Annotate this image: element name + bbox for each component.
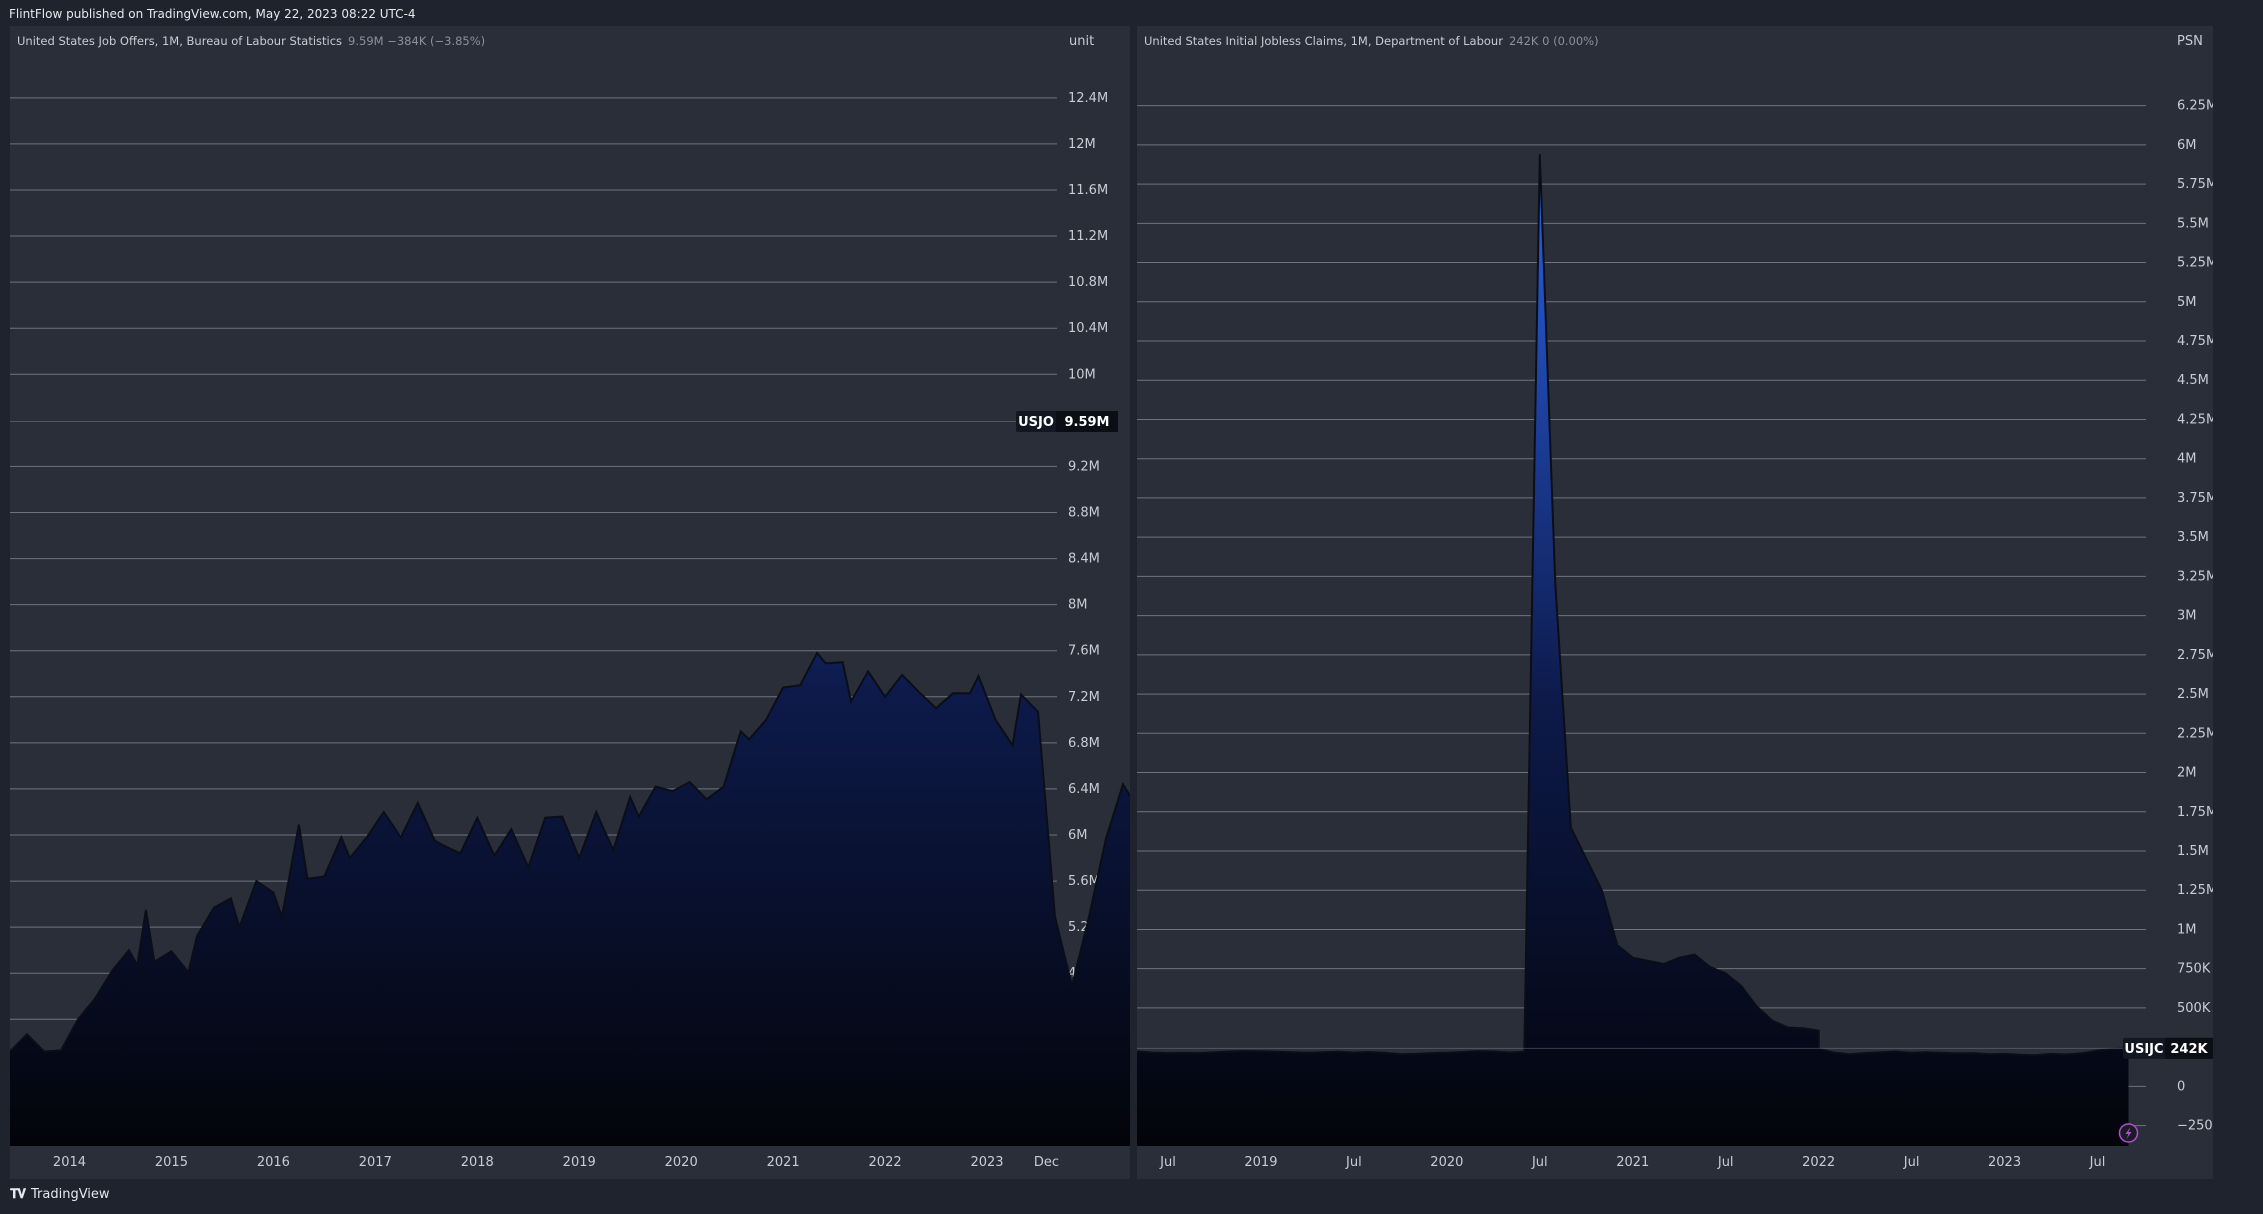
y-tick-label-jobless-claims: 6M — [2177, 138, 2197, 153]
y-tick-label-jobless-claims: 4.5M — [2177, 373, 2209, 388]
chart-panel-job-offers[interactable]: 3.6M4M4.4M4.8M5.2M5.6M6M6.4M6.8M7.2M7.6M… — [10, 26, 1130, 1179]
series-line-jobless-claims — [1137, 154, 2129, 1057]
legend-values-job-offers: 9.59M −384K (−3.85%) — [348, 34, 486, 48]
tradingview-brand: TradingView — [31, 1187, 110, 1202]
y-tick-label-job-offers: 12M — [1068, 137, 1096, 152]
x-tick-label-jobless-claims: 2021 — [1616, 1155, 1649, 1170]
y-tick-label-jobless-claims: 1.75M — [2177, 805, 2213, 820]
x-tick-label-job-offers: 2015 — [155, 1155, 188, 1170]
y-tick-label-jobless-claims: 1.25M — [2177, 883, 2213, 898]
y-tick-label-job-offers: 6.4M — [1068, 782, 1100, 797]
y-tick-label-job-offers: 10M — [1068, 367, 1096, 382]
y-tick-label-jobless-claims: 1.5M — [2177, 844, 2209, 859]
area-fill-job-offers — [10, 653, 1130, 1146]
legend-title-job-offers: United States Job Offers, 1M, Bureau of … — [17, 34, 343, 48]
y-tick-label-job-offers: 6M — [1068, 828, 1088, 843]
y-tick-label-jobless-claims: 5.25M — [2177, 256, 2213, 271]
unit-label-job-offers: unit — [1069, 34, 1095, 49]
y-tick-label-jobless-claims: 4.25M — [2177, 412, 2213, 427]
x-tick-label-job-offers: Dec — [1034, 1155, 1059, 1170]
y-tick-label-job-offers: 11.6M — [1068, 183, 1108, 198]
x-tick-label-job-offers: 2021 — [767, 1155, 800, 1170]
y-tick-label-job-offers: 9.2M — [1068, 459, 1100, 474]
legend-values-jobless-claims: 242K 0 (0.00%) — [1508, 34, 1599, 48]
y-tick-label-job-offers: 6.8M — [1068, 736, 1100, 751]
legend-title-jobless-claims: United States Initial Jobless Claims, 1M… — [1144, 34, 1503, 48]
y-tick-label-jobless-claims: 2.25M — [2177, 726, 2213, 741]
x-tick-label-jobless-claims: 2023 — [1988, 1155, 2021, 1170]
x-tick-label-job-offers: 2019 — [563, 1155, 596, 1170]
y-tick-label-jobless-claims: 750K — [2177, 962, 2211, 977]
y-tick-label-jobless-claims: 5.75M — [2177, 177, 2213, 192]
legend-jobless-claims: United States Initial Jobless Claims, 1M… — [1144, 34, 1599, 48]
x-tick-label-job-offers: 2016 — [257, 1155, 290, 1170]
y-tick-label-job-offers: 8.4M — [1068, 552, 1100, 567]
y-tick-label-job-offers: 12.4M — [1068, 91, 1108, 106]
last-value-badge-jobless-claims: USIJC 242K — [2123, 1037, 2213, 1059]
x-tick-label-jobless-claims: 2020 — [1430, 1155, 1463, 1170]
y-tick-label-jobless-claims: 2.75M — [2177, 648, 2213, 663]
y-tick-label-jobless-claims: 500K — [2177, 1001, 2211, 1016]
x-tick-label-jobless-claims: Jul — [1159, 1155, 1176, 1170]
x-tick-label-job-offers: 2018 — [461, 1155, 494, 1170]
y-tick-label-jobless-claims: −250K — [2177, 1119, 2213, 1134]
y-tick-label-job-offers: 11.2M — [1068, 229, 1108, 244]
y-tick-label-jobless-claims: 5.5M — [2177, 216, 2209, 231]
y-tick-label-jobless-claims: 4M — [2177, 452, 2197, 467]
chart-panel-jobless-claims[interactable]: −250K 0 500K 750K 1M 1.25M 1.5M 1.75M 2M 2.25M 2.5… — [1137, 26, 2213, 1179]
chart-svg-job-offers[interactable]: 3.6M4M4.4M4.8M5.2M5.6M6M6.4M6.8M7.2M7.6M… — [10, 26, 1130, 1179]
y-tick-label-jobless-claims: 1M — [2177, 922, 2197, 937]
y-tick-label-jobless-claims: 3.75M — [2177, 491, 2213, 506]
y-tick-label-jobless-claims: 2M — [2177, 766, 2197, 781]
area-fill-jobless-claims — [1137, 154, 2129, 1147]
x-tick-label-job-offers: 2014 — [53, 1155, 86, 1170]
y-tick-label-jobless-claims: 0 — [2177, 1079, 2185, 1094]
x-tick-label-jobless-claims: Jul — [1717, 1155, 1734, 1170]
y-tick-label-jobless-claims: 2.5M — [2177, 687, 2209, 702]
lightning-icon[interactable] — [2118, 1123, 2139, 1143]
x-tick-label-job-offers: 2017 — [359, 1155, 392, 1170]
published-info: FlintFlow published on TradingView.com, … — [9, 7, 416, 21]
y-tick-label-job-offers: 8.8M — [1068, 505, 1100, 520]
y-tick-label-job-offers: 7.2M — [1068, 690, 1100, 705]
tradingview-logo-icon: 𝐓𝐕 — [10, 1187, 26, 1202]
y-tick-label-job-offers: 10.4M — [1068, 321, 1108, 336]
y-tick-label-job-offers: 8M — [1068, 598, 1088, 613]
chart-svg-jobless-claims[interactable]: −250K 0 500K 750K 1M 1.25M 1.5M 1.75M 2M 2.25M 2.5… — [1137, 26, 2213, 1179]
x-tick-label-jobless-claims: Jul — [2089, 1155, 2106, 1170]
x-tick-label-jobless-claims: Jul — [1903, 1155, 1920, 1170]
unit-label-jobless-claims: PSN — [2177, 34, 2203, 49]
symbol-label-job-offers: USJO — [1018, 415, 1054, 430]
x-tick-label-job-offers: 2023 — [970, 1155, 1003, 1170]
x-tick-label-jobless-claims: 2019 — [1244, 1155, 1277, 1170]
y-tick-label-job-offers: 7.6M — [1068, 644, 1100, 659]
y-tick-label-jobless-claims: 3.5M — [2177, 530, 2209, 545]
y-tick-label-jobless-claims: 3.25M — [2177, 569, 2213, 584]
x-tick-label-jobless-claims: 2022 — [1802, 1155, 1835, 1170]
last-value-text-job-offers: 9.59M — [1064, 415, 1109, 430]
y-tick-label-jobless-claims: 5M — [2177, 295, 2197, 310]
tradingview-footer[interactable]: 𝐓𝐕 TradingView — [10, 1184, 110, 1206]
legend-job-offers: United States Job Offers, 1M, Bureau of … — [17, 34, 485, 48]
x-tick-label-job-offers: 2020 — [665, 1155, 698, 1170]
y-tick-label-job-offers: 10.8M — [1068, 275, 1108, 290]
y-tick-label-jobless-claims: 3M — [2177, 609, 2197, 624]
x-tick-label-jobless-claims: Jul — [1345, 1155, 1362, 1170]
x-tick-label-jobless-claims: Jul — [1531, 1155, 1548, 1170]
symbol-label-jobless-claims: USIJC — [2124, 1042, 2163, 1057]
y-tick-label-jobless-claims: 4.75M — [2177, 334, 2213, 349]
last-value-text-jobless-claims: 242K — [2170, 1042, 2208, 1057]
x-tick-label-job-offers: 2022 — [869, 1155, 902, 1170]
last-value-badge-job-offers: USJO 9.59M — [1016, 410, 1118, 432]
y-tick-label-jobless-claims: 6.25M — [2177, 99, 2213, 114]
